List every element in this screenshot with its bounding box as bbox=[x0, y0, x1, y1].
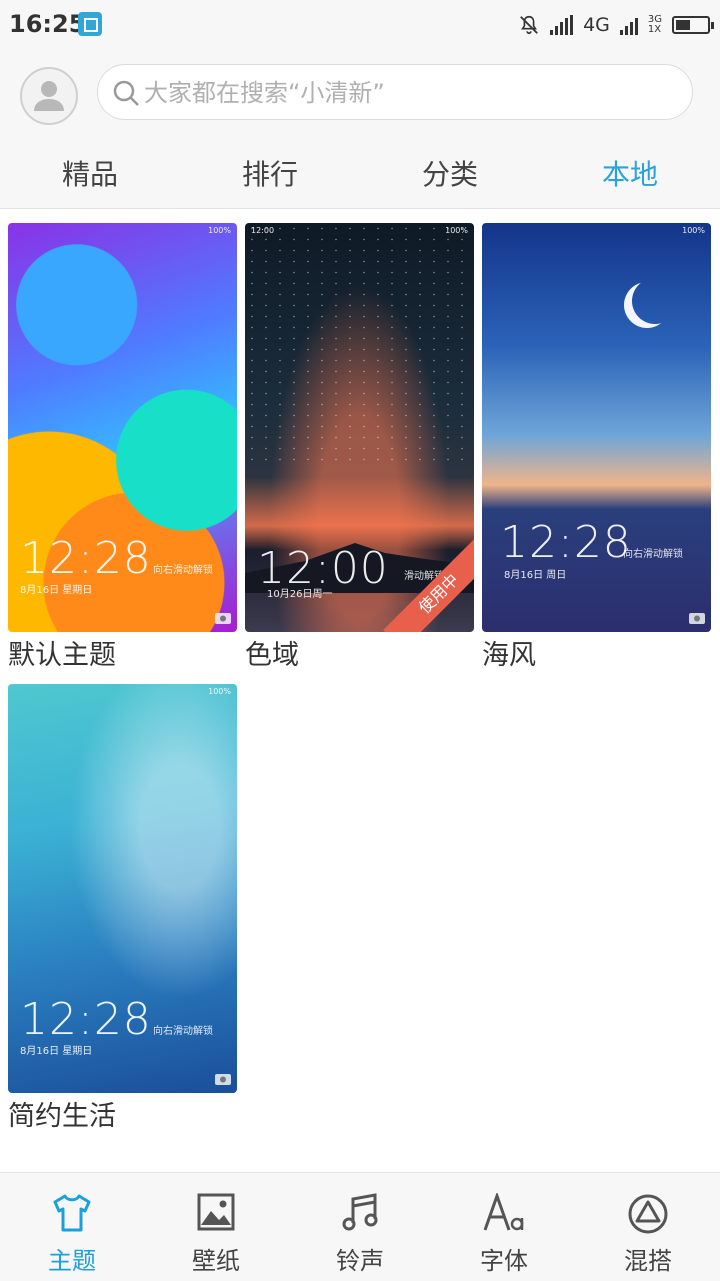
header: 精品 排行 分类 本地 bbox=[0, 52, 720, 209]
tab-category[interactable]: 分类 bbox=[360, 150, 540, 206]
theme-title: 简约生活 bbox=[8, 1101, 116, 1132]
nav-label: 字体 bbox=[480, 1247, 528, 1275]
tab-ranking[interactable]: 排行 bbox=[180, 150, 360, 206]
nav-label: 铃声 bbox=[336, 1247, 384, 1275]
user-icon bbox=[34, 81, 64, 111]
theme-thumbnail[interactable]: 12:00 100% 12:00 10月26日周一 滑动解锁 使用中 bbox=[245, 223, 474, 632]
nav-ringtones[interactable]: 铃声 bbox=[288, 1173, 432, 1281]
nav-wallpapers[interactable]: 壁纸 bbox=[144, 1173, 288, 1281]
preview-date: 10月26日周一 bbox=[267, 589, 333, 600]
theme-thumbnail[interactable]: 100% 12:28 8月16日 星期日 向右滑动解锁 bbox=[8, 684, 237, 1093]
search-box[interactable] bbox=[97, 64, 693, 121]
theme-card-default[interactable]: 100% 12:28 8月16日 星期日 向右滑动解锁 默认主题 bbox=[8, 223, 237, 674]
theme-thumbnail[interactable]: 100% 12:28 8月16日 周日 向右滑动解锁 bbox=[482, 223, 711, 632]
network2-type: 3G 1X bbox=[647, 14, 662, 35]
theme-title: 色域 bbox=[245, 640, 299, 671]
nav-fonts[interactable]: 字体 bbox=[432, 1173, 576, 1281]
preview-status-time: 12:00 bbox=[251, 226, 275, 235]
preview-unlock-hint: 向右滑动解锁 bbox=[623, 549, 683, 560]
tab-bar: 精品 排行 分类 本地 bbox=[0, 150, 720, 206]
signal-icon bbox=[550, 15, 574, 35]
preview-date: 8月16日 星期日 bbox=[20, 1046, 93, 1057]
status-time: 16:25 bbox=[9, 10, 86, 38]
camera-icon bbox=[215, 1074, 231, 1085]
preview-status: 100% bbox=[445, 226, 468, 235]
preview-status: 100% bbox=[208, 687, 231, 696]
network-type: 4G bbox=[583, 14, 610, 36]
preview-clock: 12:28 bbox=[20, 533, 152, 584]
preview-status: 100% bbox=[208, 226, 231, 235]
music-note-icon bbox=[342, 1193, 378, 1231]
image-icon bbox=[197, 1193, 235, 1231]
triangle-circle-icon bbox=[628, 1194, 668, 1234]
nav-label: 壁纸 bbox=[192, 1247, 240, 1275]
avatar[interactable] bbox=[20, 67, 78, 125]
nav-mix[interactable]: 混搭 bbox=[576, 1173, 720, 1281]
theme-card-simple-life[interactable]: 100% 12:28 8月16日 星期日 向右滑动解锁 简约生活 bbox=[8, 684, 237, 1135]
preview-clock: 12:28 bbox=[20, 994, 152, 1045]
signal2-icon bbox=[619, 15, 638, 35]
theme-card-gamut[interactable]: 12:00 100% 12:00 10月26日周一 滑动解锁 使用中 色域 bbox=[245, 223, 474, 674]
preview-date: 8月16日 星期日 bbox=[20, 585, 93, 596]
moon-graphic bbox=[632, 278, 678, 324]
theme-title: 海风 bbox=[482, 640, 536, 671]
tab-featured[interactable]: 精品 bbox=[0, 150, 180, 206]
theme-thumbnail[interactable]: 100% 12:28 8月16日 星期日 向右滑动解锁 bbox=[8, 223, 237, 632]
tab-local[interactable]: 本地 bbox=[540, 150, 720, 206]
battery-icon bbox=[672, 16, 714, 34]
nav-themes[interactable]: 主题 bbox=[0, 1173, 144, 1281]
tshirt-icon bbox=[53, 1194, 91, 1232]
camera-icon bbox=[689, 613, 705, 624]
preview-unlock-hint: 向右滑动解锁 bbox=[153, 565, 213, 576]
screenshot-icon bbox=[78, 12, 102, 36]
theme-card-seabreeze[interactable]: 100% 12:28 8月16日 周日 向右滑动解锁 海风 bbox=[482, 223, 711, 674]
search-input[interactable] bbox=[142, 65, 666, 121]
search-icon bbox=[113, 80, 139, 106]
bell-off-icon bbox=[520, 15, 538, 35]
status-bar: 16:25 4G 3G 1X bbox=[0, 0, 720, 52]
preview-date: 8月16日 周日 bbox=[504, 570, 567, 581]
nav-label: 主题 bbox=[48, 1247, 96, 1275]
theme-title: 默认主题 bbox=[8, 640, 116, 671]
nav-label: 混搭 bbox=[624, 1247, 672, 1275]
preview-unlock-hint: 向右滑动解锁 bbox=[153, 1026, 213, 1037]
camera-icon bbox=[215, 613, 231, 624]
font-icon bbox=[483, 1193, 524, 1231]
preview-clock: 12:28 bbox=[500, 517, 632, 568]
preview-status: 100% bbox=[682, 226, 705, 235]
status-indicators: 4G 3G 1X bbox=[518, 12, 714, 38]
bottom-nav: 主题 壁纸 铃声 字体 混搭 bbox=[0, 1172, 720, 1281]
